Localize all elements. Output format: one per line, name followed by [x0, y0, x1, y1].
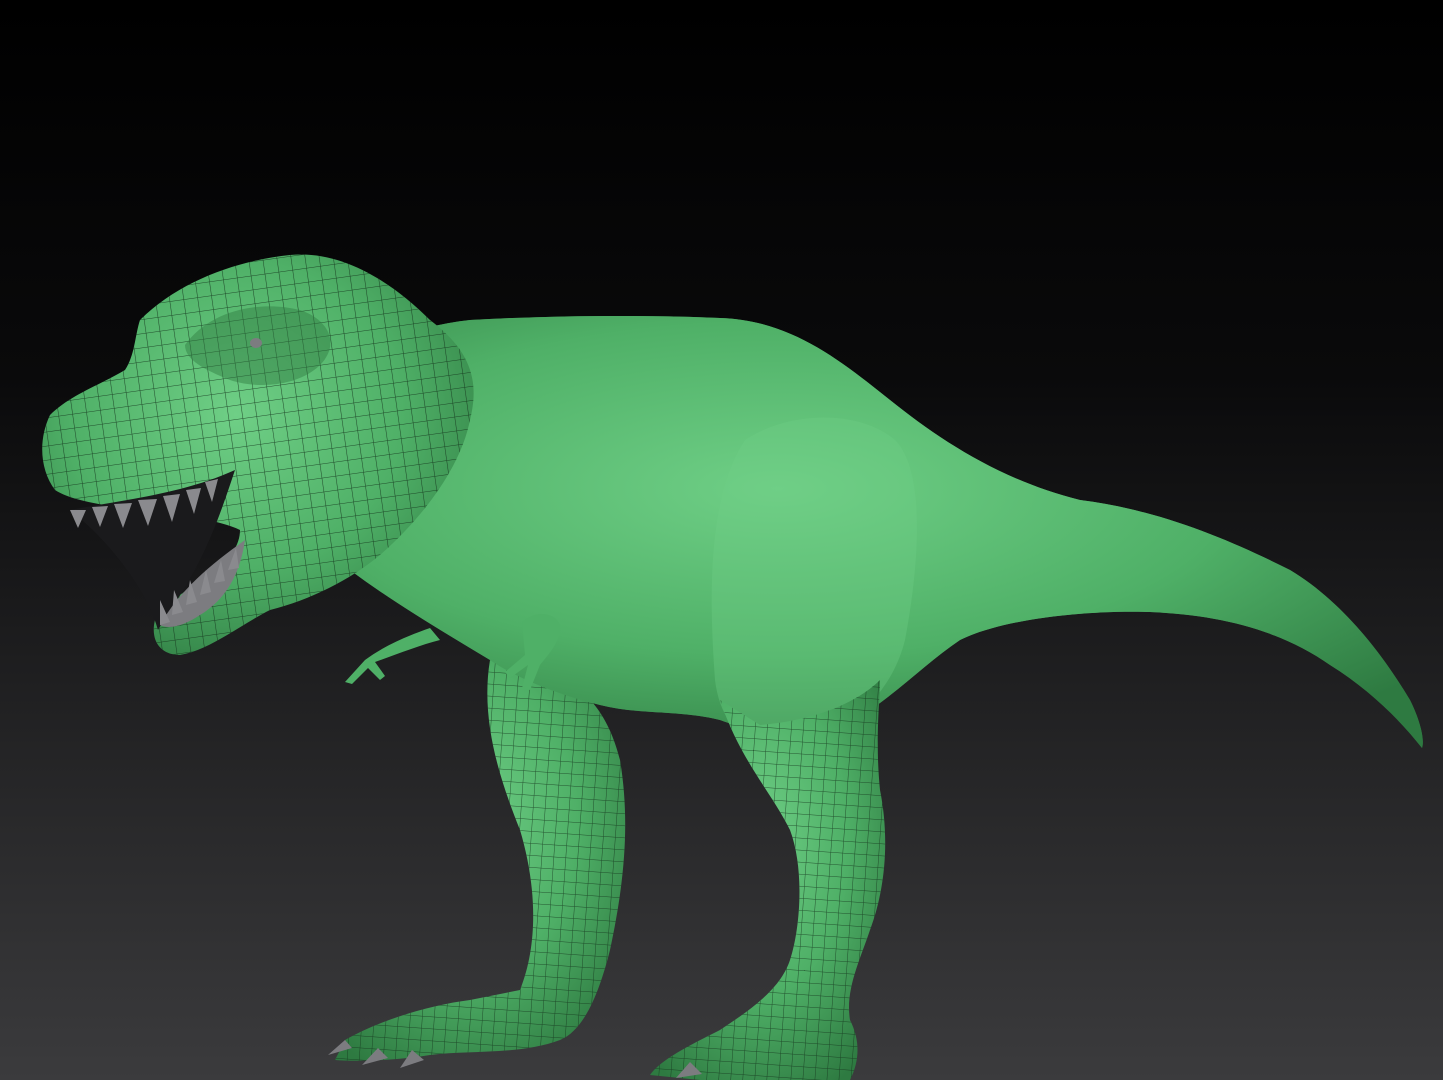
viewport-canvas: [0, 0, 1443, 1080]
3d-viewport[interactable]: [0, 0, 1443, 1080]
eye: [250, 338, 262, 348]
